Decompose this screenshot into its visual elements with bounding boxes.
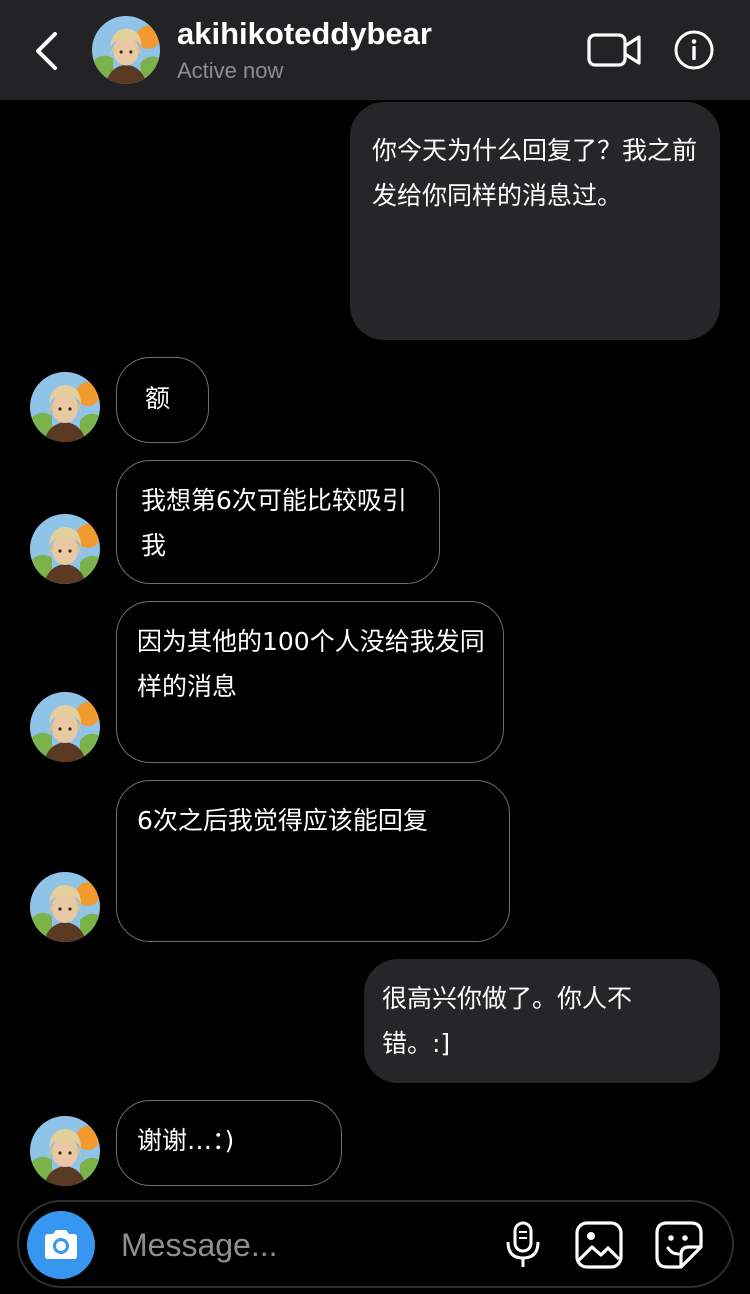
message-text: 额 xyxy=(145,384,171,413)
microphone-icon xyxy=(506,1221,540,1267)
message-bubble-received[interactable]: 额 xyxy=(116,357,209,443)
username[interactable]: akihikoteddybear xyxy=(177,16,432,52)
voice-message-button[interactable] xyxy=(503,1220,543,1270)
video-call-button[interactable] xyxy=(586,30,644,70)
message-text: 你今天为什么回复了？我之前发给你同样的消息过。 xyxy=(372,136,698,210)
info-button[interactable] xyxy=(673,29,715,71)
sender-avatar[interactable] xyxy=(30,872,100,942)
profile-avatar[interactable] xyxy=(92,16,160,84)
message-bubble-received[interactable]: 6次之后我觉得应该能回复 xyxy=(116,780,510,942)
message-bubble-sent[interactable]: 你今天为什么回复了？我之前发给你同样的消息过。 xyxy=(350,102,720,340)
sender-avatar[interactable] xyxy=(30,372,100,442)
message-input[interactable] xyxy=(121,1222,481,1268)
sender-avatar[interactable] xyxy=(30,692,100,762)
message-text: 因为其他的100个人没给我发同样的消息 xyxy=(137,627,485,701)
back-chevron-icon xyxy=(36,32,57,70)
back-button[interactable] xyxy=(26,28,66,74)
sticker-icon xyxy=(655,1221,703,1269)
sender-avatar[interactable] xyxy=(30,514,100,584)
message-bubble-sent[interactable]: 很高兴你做了。你人不错。:] xyxy=(364,959,720,1083)
message-text: 我想第6次可能比较吸引我 xyxy=(141,486,407,560)
message-composer xyxy=(17,1200,734,1288)
message-text: 谢谢…：) xyxy=(137,1126,235,1155)
gallery-icon xyxy=(575,1221,623,1269)
gallery-button[interactable] xyxy=(574,1220,624,1270)
message-bubble-received[interactable]: 因为其他的100个人没给我发同样的消息 xyxy=(116,601,504,763)
camera-icon xyxy=(45,1230,77,1259)
active-status: Active now xyxy=(177,58,284,83)
video-call-icon xyxy=(587,33,641,67)
chat-header: akihikoteddybear Active now xyxy=(0,0,750,100)
message-text: 很高兴你做了。你人不错。:] xyxy=(382,984,633,1058)
sender-avatar[interactable] xyxy=(30,1116,100,1186)
sticker-button[interactable] xyxy=(654,1220,704,1270)
message-bubble-received[interactable]: 我想第6次可能比较吸引我 xyxy=(116,460,440,584)
info-icon xyxy=(674,30,714,70)
message-text: 6次之后我觉得应该能回复 xyxy=(137,806,428,835)
message-bubble-received[interactable]: 谢谢…：) xyxy=(116,1100,342,1186)
camera-button[interactable] xyxy=(27,1211,95,1279)
